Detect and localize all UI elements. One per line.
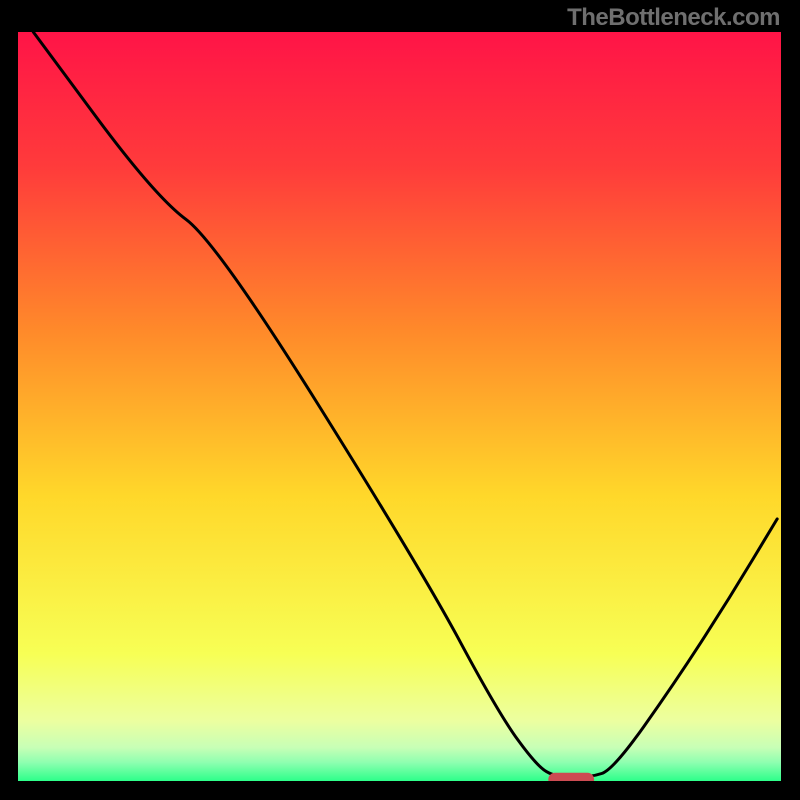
optimal-marker [548,773,594,781]
chart-gradient-bg [18,32,781,781]
bottleneck-chart [18,32,781,781]
watermark-text: TheBottleneck.com [567,4,780,32]
chart-frame [16,30,783,783]
